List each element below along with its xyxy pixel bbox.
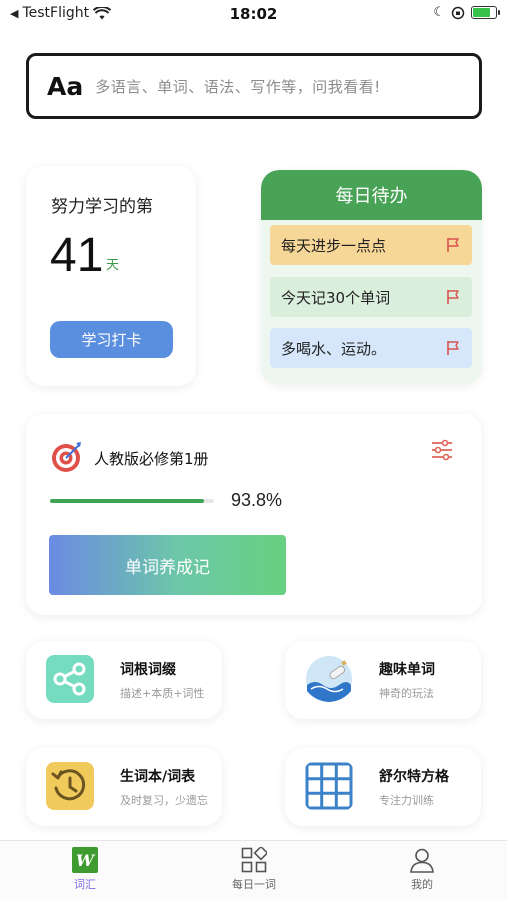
search-input[interactable]: Aa 多语言、单词、语法、写作等，问我看看!: [26, 53, 482, 119]
search-placeholder: 多语言、单词、语法、写作等，问我看看!: [95, 77, 381, 96]
study-streak-card: 努力学习的第 41 天 学习打卡: [26, 166, 196, 386]
flag-icon[interactable]: [446, 340, 460, 356]
feature-tile-schulte-grid[interactable]: 舒尔特方格 专注力训练: [285, 748, 481, 826]
apps-icon: [241, 847, 267, 873]
font-icon: Aa: [47, 71, 84, 101]
battery-icon: [471, 6, 500, 19]
moon-icon: ☾: [433, 5, 445, 20]
todo-item-label: 今天记30个单词: [281, 288, 391, 307]
progress-bar-fill: [50, 499, 204, 503]
share-icon: [46, 655, 94, 703]
feature-subtitle: 神奇的玩法: [379, 687, 434, 700]
feature-subtitle: 专注力训练: [379, 794, 434, 807]
tab-label: 词汇: [74, 878, 96, 891]
feature-tile-fun-words[interactable]: 趣味单词 神奇的玩法: [285, 641, 481, 719]
study-days-count: 41: [50, 229, 104, 282]
todo-item[interactable]: 每天进步一点点: [270, 225, 472, 265]
feature-subtitle: 及时复习，少遗忘: [120, 794, 208, 807]
progress-bar: [50, 499, 214, 503]
tab-daily-word[interactable]: 每日一词: [194, 847, 314, 892]
feature-title: 舒尔特方格: [379, 769, 449, 785]
tab-profile[interactable]: 我的: [362, 847, 482, 892]
daily-todo-card: 每日待办 每天进步一点点 今天记30个单词 多喝水、运动。: [261, 170, 482, 385]
orientation-lock-icon: [451, 6, 465, 19]
todo-item-label: 每天进步一点点: [281, 236, 387, 255]
target-icon: [52, 442, 81, 472]
flag-icon[interactable]: [446, 289, 460, 305]
todo-title: 每日待办: [261, 170, 482, 220]
todo-item[interactable]: 今天记30个单词: [270, 277, 472, 317]
settings-sliders-icon[interactable]: [430, 438, 454, 462]
study-title: 努力学习的第: [51, 197, 153, 217]
status-bar: ◀ TestFlight 18:02 ☾: [0, 0, 507, 28]
tab-label: 我的: [411, 878, 433, 891]
feature-subtitle: 描述+本质+词性: [120, 687, 205, 700]
book-progress-card: 人教版必修第1册 93.8% 单词养成记: [26, 414, 482, 615]
feature-title: 生词本/词表: [120, 769, 196, 785]
bottom-tab-bar: W 词汇 每日一词 我的: [0, 840, 507, 900]
status-icons: ☾: [433, 5, 500, 20]
feature-tile-wordbook[interactable]: 生词本/词表 及时复习，少遗忘: [26, 748, 222, 826]
checkin-button[interactable]: 学习打卡: [50, 321, 173, 358]
todo-item[interactable]: 多喝水、运动。: [270, 328, 472, 368]
svg-text:W: W: [76, 851, 96, 870]
bottle-wave-icon: [306, 656, 352, 702]
tab-vocab[interactable]: W 词汇: [25, 847, 145, 892]
status-time: 18:02: [229, 5, 278, 23]
study-days-unit: 天: [106, 258, 120, 273]
todo-item-label: 多喝水、运动。: [281, 339, 387, 358]
grid-icon: [305, 762, 353, 810]
feature-tile-roots[interactable]: 词根词缀 描述+本质+词性: [26, 641, 222, 719]
user-icon: [410, 848, 434, 873]
vocab-training-button[interactable]: 单词养成记: [49, 535, 286, 595]
history-icon: [46, 762, 94, 810]
book-title: 人教版必修第1册: [94, 450, 209, 468]
flag-icon[interactable]: [446, 237, 460, 253]
feature-title: 词根词缀: [120, 662, 176, 678]
feature-title: 趣味单词: [379, 662, 435, 678]
progress-percent: 93.8%: [231, 490, 283, 510]
tab-label: 每日一词: [232, 878, 276, 891]
w-logo-icon: W: [72, 847, 98, 873]
